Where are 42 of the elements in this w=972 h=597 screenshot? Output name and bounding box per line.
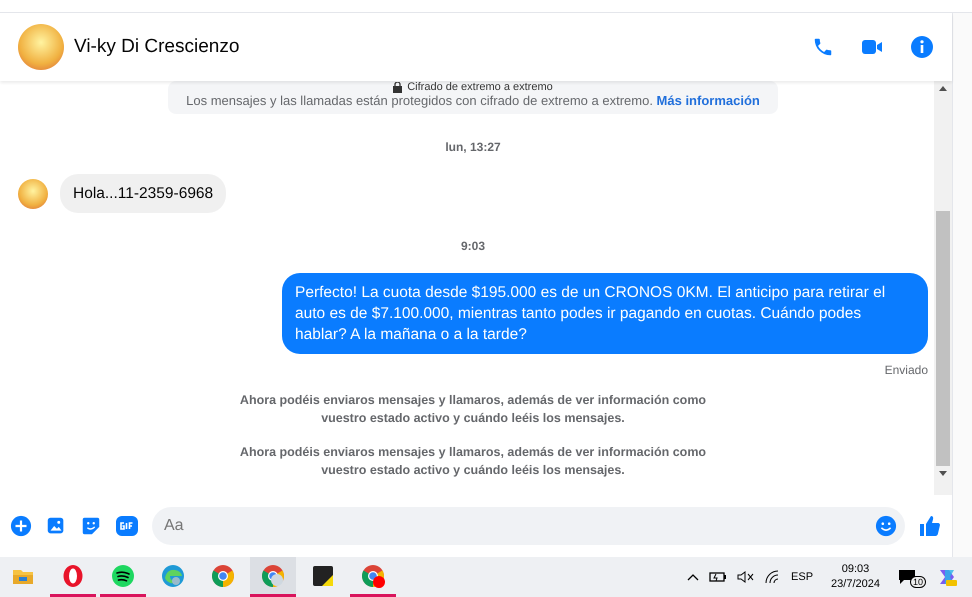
notifications-button[interactable]: 10 <box>898 566 926 588</box>
more-info-link[interactable]: Más información <box>656 93 760 108</box>
message-bubble: Hola...11-2359-6968 <box>60 174 226 213</box>
opera-logo-icon <box>62 564 84 588</box>
chevron-up-icon[interactable] <box>687 573 700 581</box>
encryption-title: Cifrado de extremo a extremo <box>407 81 553 93</box>
scroll-up-icon[interactable] <box>939 86 947 91</box>
message-status: Enviado <box>884 363 928 377</box>
notification-count: 10 <box>910 576 926 588</box>
system-notice: Ahora podéis enviaros mensajes y llamaros, además de ver información como vuestro estado activo y cuándo leéis los mensajes. <box>238 392 708 427</box>
chrome-logo-icon <box>261 564 285 588</box>
clock-time: 09:03 <box>842 562 870 577</box>
lock-icon <box>393 82 402 92</box>
message-bubble: Perfecto! La cuota desde $195.000 es de un CRONOS 0KM. El anticipo para retirar el auto es de $7.100.000, mientras tanto podes ir pagando en cuotas. Cuándo podes hablar? A la mañana o a la tarde? <box>282 273 928 354</box>
gif-icon[interactable] <box>115 515 139 537</box>
clock-date: 23/7/2024 <box>831 577 880 592</box>
system-notice: Ahora podéis enviaros mensajes y llamaros, además de ver información como vuestro estado activo y cuándo leéis los mensajes. <box>238 444 708 479</box>
timestamp: 9:03 <box>460 239 486 253</box>
encryption-text: Los mensajes y las llamadas están protegidos con cifrado de extremo a extremo. Más información <box>186 93 760 108</box>
sticker-icon[interactable] <box>80 515 102 537</box>
message-input[interactable]: Aa <box>152 507 905 545</box>
info-icon[interactable] <box>910 35 934 59</box>
scrollbar[interactable] <box>934 81 952 495</box>
contact-name[interactable]: Vi-ky Di Crescienzo <box>74 36 802 58</box>
clock[interactable]: 09:03 23/7/2024 <box>831 562 880 592</box>
emoji-icon[interactable] <box>875 515 897 537</box>
phone-icon[interactable] <box>812 36 834 58</box>
timestamp: lun, 13:27 <box>445 140 501 154</box>
plus-icon[interactable] <box>10 515 32 537</box>
muted-speaker-icon[interactable] <box>737 570 756 584</box>
avatar-icon[interactable] <box>18 24 64 70</box>
sticky-note-icon <box>312 564 334 586</box>
language-indicator[interactable]: ESP <box>791 571 814 583</box>
chrome-logo-icon <box>211 564 235 588</box>
scroll-thumb[interactable] <box>936 211 950 466</box>
battery-icon[interactable] <box>709 571 728 583</box>
avatar-icon <box>18 178 48 208</box>
thumbs-up-icon[interactable] <box>918 514 942 538</box>
spotify-logo-icon <box>111 564 135 588</box>
scroll-down-icon[interactable] <box>939 471 947 476</box>
edge-logo-icon <box>161 564 185 588</box>
chrome-logo-icon <box>361 564 385 588</box>
